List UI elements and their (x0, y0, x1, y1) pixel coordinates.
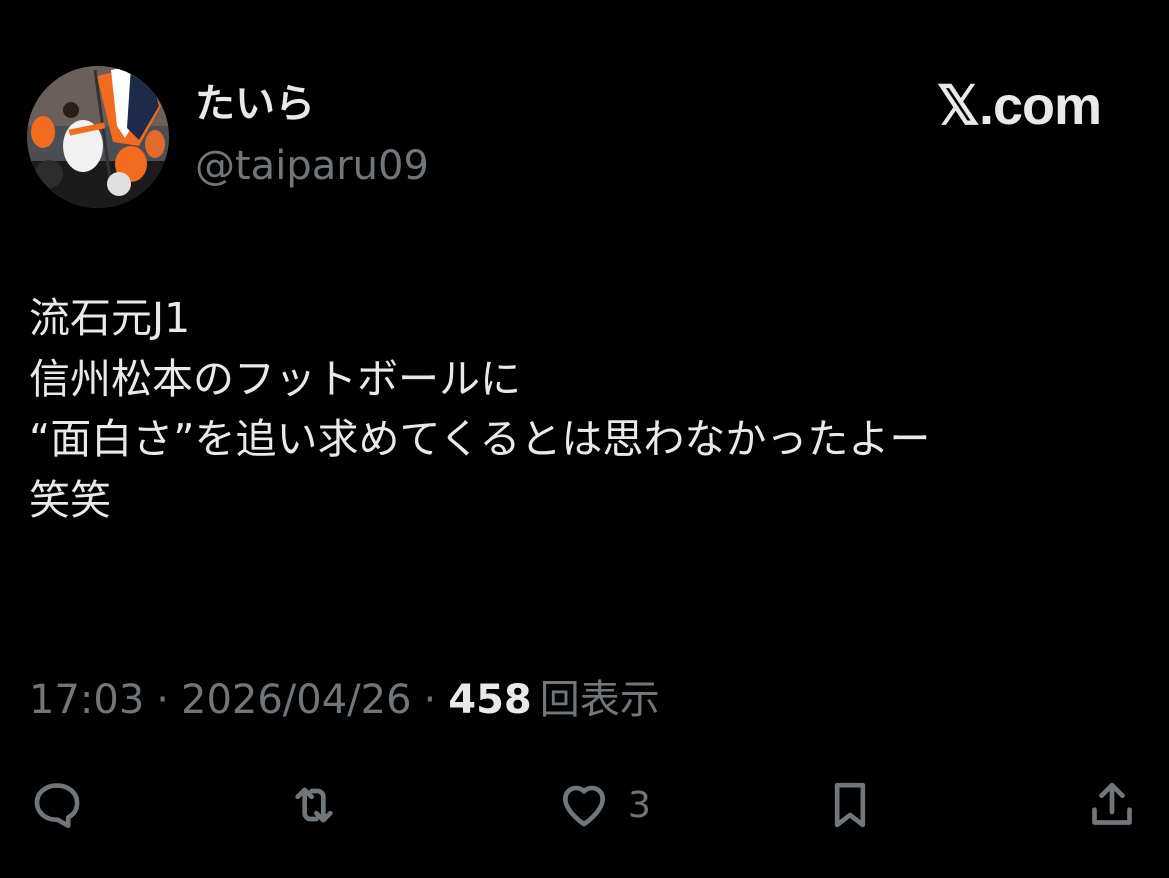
retweet-button[interactable] (286, 775, 342, 835)
views-count: 458 (448, 677, 532, 723)
share-button[interactable] (1084, 775, 1140, 835)
views-label: 回表示 (539, 677, 660, 723)
tweet-line: “面白さ”を追い求めてくるとは思わなかったよー (29, 415, 931, 463)
reply-icon (34, 783, 80, 829)
bookmark-button[interactable] (822, 775, 878, 835)
retweet-icon (295, 787, 333, 823)
user-handle[interactable]: @taiparu09 (195, 140, 429, 192)
x-logo: 𝕏.com (936, 76, 1102, 136)
bookmark-icon (834, 782, 866, 828)
display-name[interactable]: たいら (195, 76, 315, 132)
tweet-line: 流石元J1 (29, 294, 191, 342)
tweet-time[interactable]: 17:03 (29, 677, 144, 723)
tweet-date[interactable]: 2026/04/26 (181, 677, 412, 723)
tweet-line: 笑笑 (29, 475, 111, 524)
tweet-meta: 17:03 · 2026/04/26 · 458 回表示 (29, 672, 660, 728)
share-icon (1092, 782, 1132, 825)
like-button[interactable]: 3 (556, 775, 651, 835)
tweet-text: 流石元J1 信州松本のフットボールに “面白さ”を追い求めてくるとは思わなかった… (29, 288, 1149, 530)
meta-separator: · (423, 677, 437, 723)
avatar[interactable] (27, 66, 169, 208)
reply-button[interactable] (29, 775, 85, 835)
meta-separator: · (156, 677, 169, 723)
tweet-line: 信州松本のフットボールに (29, 354, 521, 403)
like-count: 3 (628, 784, 651, 826)
heart-icon (563, 785, 605, 827)
avatar-image (27, 66, 169, 208)
